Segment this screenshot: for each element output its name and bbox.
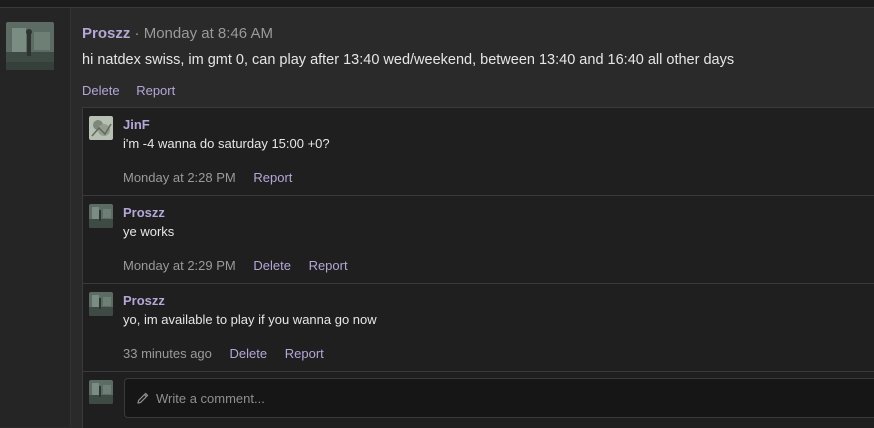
avatar[interactable]: [6, 22, 54, 70]
comment-composer: Write a comment...: [83, 372, 874, 428]
comment-author[interactable]: Proszz: [123, 205, 165, 220]
avatar-image: [6, 22, 54, 70]
post-author[interactable]: Proszz: [82, 25, 130, 42]
comment-author[interactable]: Proszz: [123, 293, 165, 308]
comment: Proszz yo, im available to play if you w…: [83, 284, 874, 372]
post-actions: Delete Report: [82, 83, 188, 98]
comment-timestamp[interactable]: 33 minutes ago: [123, 346, 212, 361]
comment: Proszz ye works Monday at 2:29 PM Delete…: [83, 196, 874, 284]
comment-text: i'm -4 wanna do saturday 15:00 +0?: [123, 136, 330, 151]
report-link[interactable]: Report: [309, 258, 348, 273]
top-divider: [0, 7, 874, 8]
comments-section: JinF i'm -4 wanna do saturday 15:00 +0? …: [82, 107, 874, 428]
avatar[interactable]: [89, 116, 113, 140]
left-gutter: [0, 8, 71, 427]
avatar[interactable]: [89, 204, 113, 228]
comment-text: ye works: [123, 224, 175, 239]
avatar[interactable]: [89, 380, 113, 404]
comment-placeholder: Write a comment...: [156, 390, 265, 406]
report-link[interactable]: Report: [253, 170, 292, 185]
comment-timestamp[interactable]: Monday at 2:29 PM: [123, 258, 236, 273]
post-header: Proszz · Monday at 8:46 AM: [82, 25, 273, 42]
comment-input[interactable]: Write a comment...: [124, 378, 874, 418]
avatar-image: [89, 204, 113, 228]
delete-link[interactable]: Delete: [230, 346, 268, 361]
avatar[interactable]: [89, 292, 113, 316]
delete-link[interactable]: Delete: [253, 258, 291, 273]
avatar-image: [89, 116, 113, 140]
header-separator: ·: [130, 25, 144, 42]
pencil-icon: [136, 391, 150, 405]
report-link[interactable]: Report: [285, 346, 324, 361]
report-link[interactable]: Report: [136, 83, 175, 98]
avatar-image: [89, 380, 113, 404]
comment-meta: Monday at 2:29 PM Delete Report: [123, 258, 348, 273]
post-timestamp[interactable]: Monday at 8:46 AM: [144, 25, 273, 42]
comment-author[interactable]: JinF: [123, 117, 150, 132]
top-bar: [0, 0, 874, 7]
comment: JinF i'm -4 wanna do saturday 15:00 +0? …: [83, 108, 874, 196]
comment-text: yo, im available to play if you wanna go…: [123, 312, 377, 327]
comment-meta: 33 minutes ago Delete Report: [123, 346, 324, 361]
avatar-image: [89, 292, 113, 316]
comment-timestamp[interactable]: Monday at 2:28 PM: [123, 170, 236, 185]
post-body: hi natdex swiss, im gmt 0, can play afte…: [82, 52, 735, 68]
delete-link[interactable]: Delete: [82, 83, 120, 98]
comment-meta: Monday at 2:28 PM Report: [123, 170, 292, 185]
